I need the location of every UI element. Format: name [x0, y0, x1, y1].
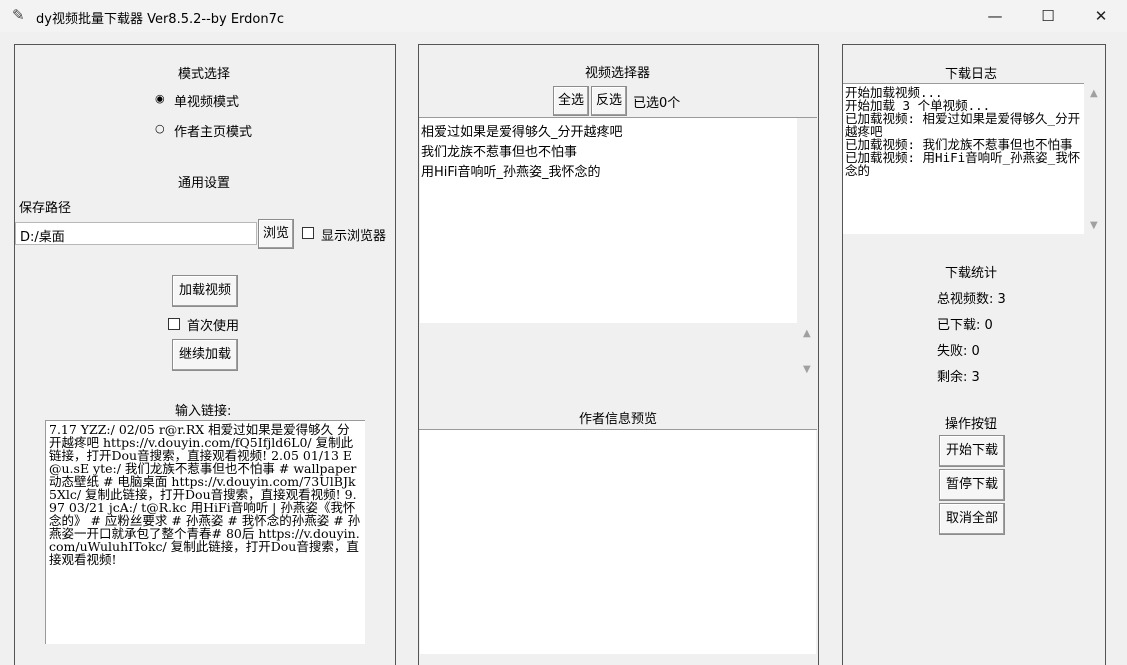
general-settings-title: 通用设置 — [178, 176, 231, 191]
selected-count: 已选0个 — [633, 96, 681, 111]
radio-author-icon[interactable]: ○ — [155, 122, 165, 135]
left-panel: 模式选择 ◉ 单视频模式 ○ 作者主页模式 通用设置 保存路径 D:/桌面 浏览… — [14, 44, 396, 665]
download-stats-title: 下载统计 — [945, 266, 998, 281]
stat-total: 总视频数: 3 — [937, 292, 1006, 307]
link-input-textarea[interactable]: 7.17 YZZ:/ 02/05 r@r.RX 相爱过如果是爱得够久 分开越疼吧… — [45, 420, 365, 644]
author-info-preview[interactable] — [420, 430, 816, 654]
stat-remaining: 剩余: 3 — [937, 370, 980, 385]
scroll-up-icon[interactable]: ▲ — [1090, 88, 1098, 99]
first-use-checkbox[interactable] — [168, 318, 180, 330]
browse-button[interactable]: 浏览 — [258, 219, 294, 249]
cancel-all-button[interactable]: 取消全部 — [939, 503, 1005, 535]
title-bar: ✎ dy视频批量下载器 Ver8.5.2--by Erdon7c — ☐ ✕ — [0, 0, 1127, 32]
video-list-item[interactable]: 用HiFi音响听_孙燕姿_我怀念的 — [421, 161, 601, 180]
pause-download-button[interactable]: 暂停下载 — [939, 469, 1005, 501]
invert-selection-button[interactable]: 反选 — [591, 86, 627, 116]
mode-single-label[interactable]: 单视频模式 — [174, 91, 239, 110]
continue-load-button[interactable]: 继续加载 — [172, 339, 238, 371]
show-browser-checkbox[interactable] — [302, 227, 314, 239]
mode-author-label[interactable]: 作者主页模式 — [174, 121, 252, 140]
video-list[interactable]: 相爱过如果是爱得够久_分开越疼吧 我们龙族不惹事但也不怕事 用HiFi音响听_孙… — [420, 118, 797, 323]
operations-title: 操作按钮 — [945, 417, 998, 432]
video-list-item[interactable]: 相爱过如果是爱得够久_分开越疼吧 — [421, 121, 623, 140]
first-use-label[interactable]: 首次使用 — [187, 315, 239, 334]
log-scrollbar[interactable]: ▲ ▼ — [1085, 83, 1104, 234]
window-title: dy视频批量下载器 Ver8.5.2--by Erdon7c — [36, 12, 285, 27]
author-info-title: 作者信息预览 — [579, 412, 658, 427]
load-videos-button[interactable]: 加载视频 — [172, 275, 238, 307]
close-button[interactable]: ✕ — [1078, 0, 1124, 32]
video-list-item[interactable]: 我们龙族不惹事但也不怕事 — [421, 141, 577, 160]
select-all-button[interactable]: 全选 — [553, 86, 589, 116]
right-panel: 下载日志 开始加载视频... 开始加载 3 个单视频... 已加载视频: 相爱过… — [842, 44, 1106, 665]
stat-failed: 失败: 0 — [937, 344, 980, 359]
feather-icon: ✎ — [12, 6, 25, 24]
maximize-button[interactable]: ☐ — [1025, 0, 1071, 32]
download-log[interactable]: 开始加载视频... 开始加载 3 个单视频... 已加载视频: 相爱过如果是爱得… — [843, 83, 1084, 234]
show-browser-label[interactable]: 显示浏览器 — [321, 225, 386, 244]
minimize-button[interactable]: — — [972, 0, 1018, 32]
input-links-label: 输入链接: — [175, 404, 232, 419]
scroll-up-icon[interactable]: ▲ — [803, 328, 811, 339]
download-log-title: 下载日志 — [945, 67, 998, 82]
mode-title: 模式选择 — [178, 67, 231, 82]
radio-single-selected-icon[interactable]: ◉ — [155, 92, 165, 105]
middle-panel: 视频选择器 全选 反选 已选0个 相爱过如果是爱得够久_分开越疼吧 我们龙族不惹… — [418, 44, 819, 665]
download-log-text: 开始加载视频... 开始加载 3 个单视频... 已加载视频: 相爱过如果是爱得… — [845, 85, 1081, 178]
save-path-label: 保存路径 — [19, 201, 72, 216]
scroll-down-icon[interactable]: ▼ — [1090, 220, 1098, 231]
scroll-down-icon[interactable]: ▼ — [803, 364, 811, 375]
video-list-scrollbar[interactable]: ▲ ▼ — [797, 323, 817, 381]
stat-downloaded: 已下载: 0 — [937, 318, 993, 333]
save-path-input[interactable]: D:/桌面 — [15, 222, 257, 245]
link-input-text: 7.17 YZZ:/ 02/05 r@r.RX 相爱过如果是爱得够久 分开越疼吧… — [49, 422, 361, 567]
save-path-value: D:/桌面 — [20, 230, 65, 245]
video-selector-title: 视频选择器 — [585, 66, 651, 81]
start-download-button[interactable]: 开始下载 — [939, 435, 1005, 467]
